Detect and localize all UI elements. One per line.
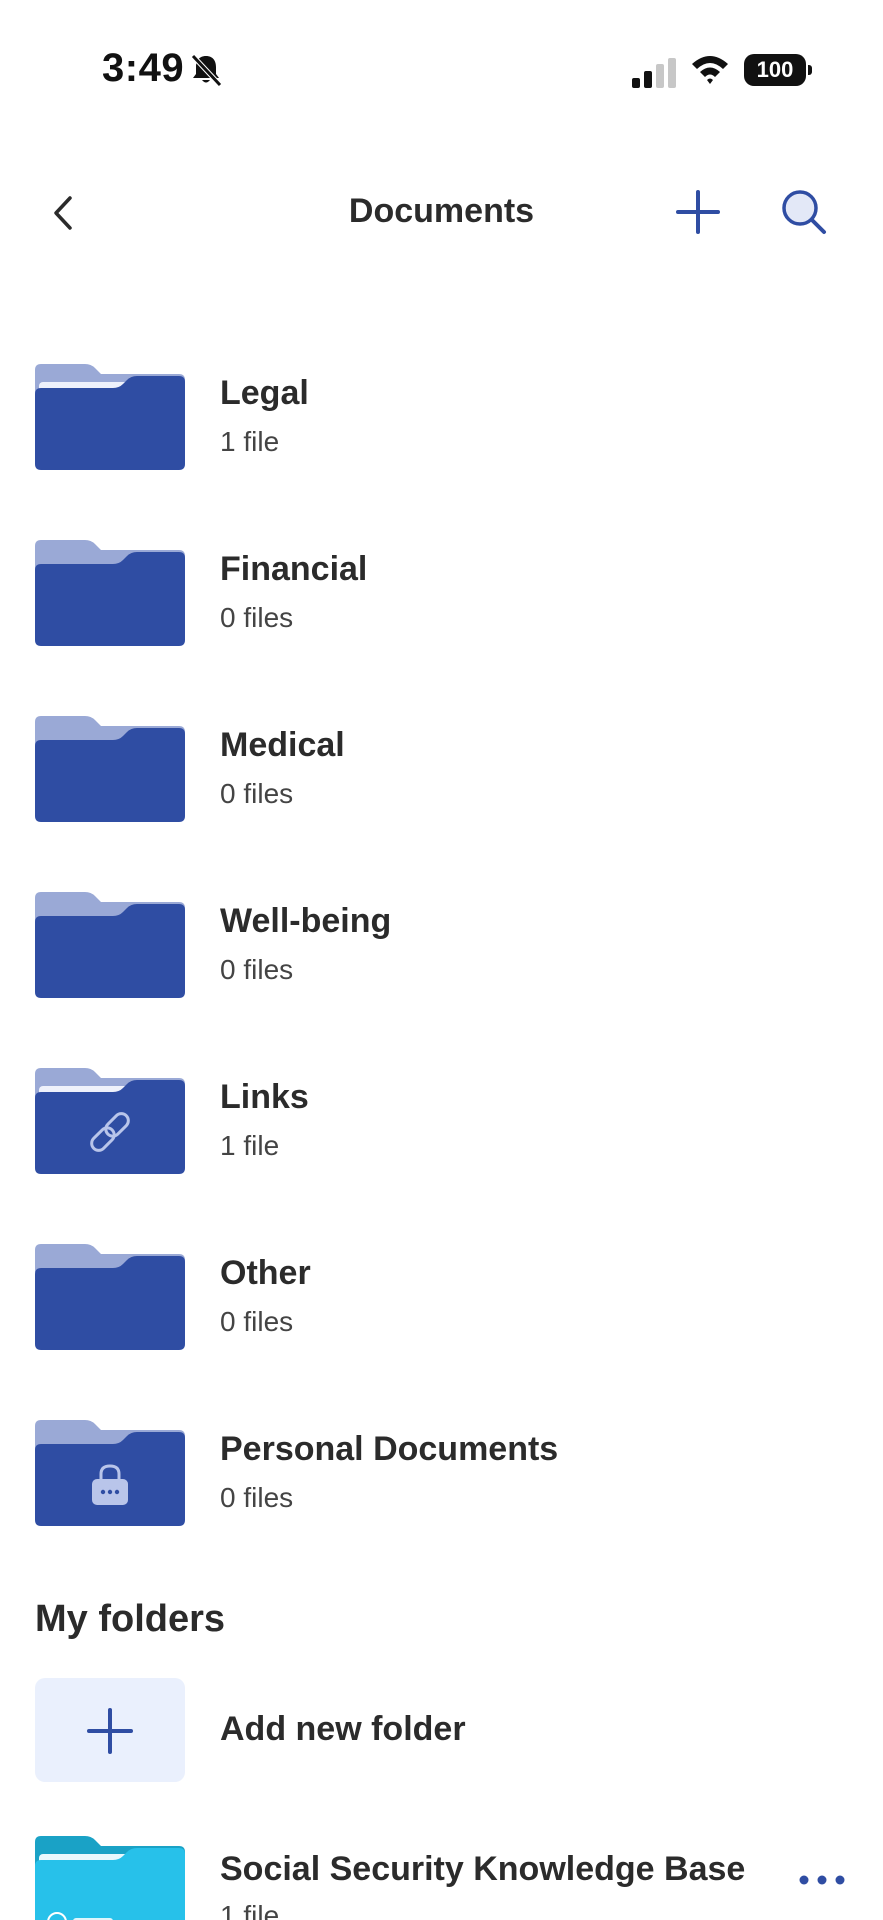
- folder-name: Financial: [220, 550, 368, 588]
- folder-icon: [35, 1244, 185, 1350]
- folder-list: Legal 1 file Financial 0 files Medical 0…: [0, 350, 883, 1582]
- folder-row-legal[interactable]: Legal 1 file: [0, 350, 883, 526]
- folder-name: Other: [220, 1254, 311, 1292]
- folder-row-well-being[interactable]: Well-being 0 files: [0, 878, 883, 1054]
- folder-name: Medical: [220, 726, 345, 764]
- folder-name: Personal Documents: [220, 1430, 559, 1468]
- folder-row-financial[interactable]: Financial 0 files: [0, 526, 883, 702]
- folder-icon: [35, 540, 185, 646]
- folder-file-count: 0 files: [220, 1482, 294, 1513]
- folder-icon: [35, 364, 185, 470]
- add-folder-label: Add new folder: [220, 1710, 466, 1748]
- folder-file-count: 0 files: [220, 1306, 294, 1337]
- wifi-icon: [692, 56, 728, 84]
- folder-name: Links: [220, 1078, 309, 1116]
- folder-file-count: 0 files: [220, 602, 294, 633]
- folder-row-other[interactable]: Other 0 files: [0, 1230, 883, 1406]
- folder-file-count: 1 file: [220, 1900, 280, 1920]
- page-title: Documents: [348, 192, 535, 230]
- link-folder-icon: [35, 1068, 185, 1174]
- folder-icon: [35, 716, 185, 822]
- add-new-folder-button[interactable]: Add new folder: [0, 1678, 883, 1784]
- folder-file-count: 0 files: [220, 954, 294, 985]
- add-plus-icon[interactable]: [672, 186, 724, 238]
- add-folder-tile: [35, 1678, 185, 1782]
- folder-file-count: 1 file: [220, 426, 280, 457]
- status-bar: 3:49 100: [0, 0, 883, 140]
- status-time: 3:49: [102, 46, 185, 90]
- folder-row-links[interactable]: Links 1 file: [0, 1054, 883, 1230]
- folder-row-social-security-knowledge-base[interactable]: Social Security Knowledge Base 1 file: [0, 1836, 883, 1920]
- my-folders-heading: My folders: [35, 1598, 226, 1640]
- folder-row-medical[interactable]: Medical 0 files: [0, 702, 883, 878]
- battery-indicator: 100: [744, 54, 812, 86]
- folder-icon: [35, 1836, 185, 1920]
- more-options-icon[interactable]: [796, 1860, 848, 1900]
- folder-row-personal-documents[interactable]: Personal Documents 0 files: [0, 1406, 883, 1582]
- folder-icon: [35, 892, 185, 998]
- folder-file-count: 0 files: [220, 778, 294, 809]
- nav-bar: Documents: [0, 170, 883, 260]
- plus-icon: [87, 1708, 133, 1754]
- folder-name: Well-being: [220, 902, 392, 940]
- folder-name: Legal: [220, 374, 309, 412]
- bell-slash-icon: [191, 54, 222, 87]
- lock-folder-icon: [35, 1420, 185, 1526]
- cellular-signal-icon: [632, 58, 676, 88]
- folder-name: Social Security Knowledge Base: [220, 1850, 746, 1888]
- folder-file-count: 1 file: [220, 1130, 280, 1161]
- search-icon[interactable]: [778, 186, 830, 238]
